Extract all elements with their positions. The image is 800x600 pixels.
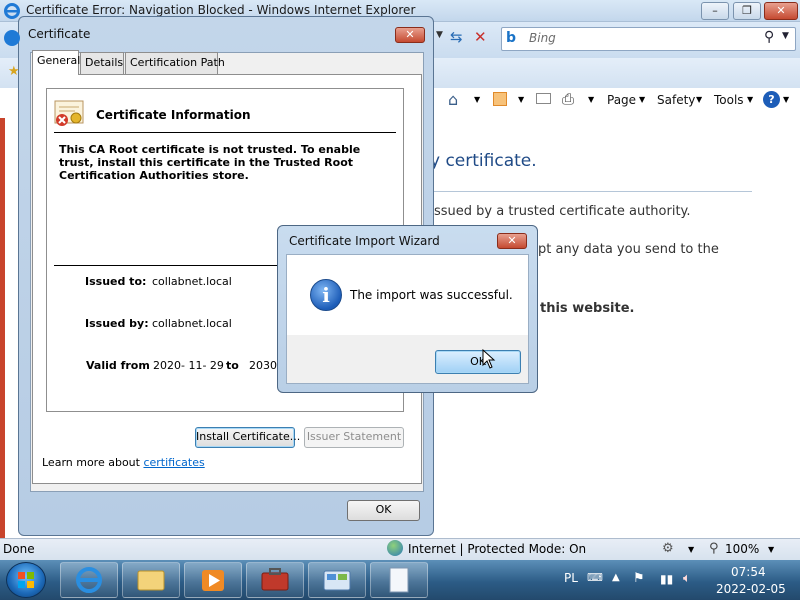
taskbar-media-player-button[interactable]: [184, 562, 242, 598]
action-center-flag-icon[interactable]: ⚑: [633, 571, 645, 586]
network-icon[interactable]: ▮▮: [660, 572, 673, 586]
certificate-error-icon: [53, 98, 85, 133]
install-certificate-button[interactable]: Install Certificate...: [195, 427, 300, 448]
certificates-link[interactable]: certificates: [143, 456, 204, 469]
search-icon[interactable]: ⚲: [764, 29, 774, 45]
bing-icon: b: [506, 30, 517, 46]
import-wizard-title: Certificate Import Wizard: [289, 234, 440, 248]
feeds-dropdown-icon[interactable]: ▼: [518, 95, 524, 104]
close-window-button[interactable]: ✕: [764, 2, 798, 20]
minimize-button[interactable]: –: [701, 2, 729, 20]
certificate-close-button[interactable]: ✕: [395, 27, 425, 43]
taskbar-ie-button[interactable]: [60, 562, 118, 598]
address-dropdown-icon[interactable]: ▼: [436, 30, 448, 44]
learn-more-prefix: Learn more about: [42, 456, 140, 469]
stop-icon[interactable]: ✕: [474, 28, 487, 46]
certificate-dialog-title: Certificate: [28, 27, 91, 41]
feeds-icon[interactable]: [493, 92, 507, 106]
print-dropdown-icon[interactable]: ▼: [588, 95, 594, 104]
tab-certification-path[interactable]: Certification Path: [125, 52, 225, 74]
help-dropdown-icon[interactable]: ▼: [783, 95, 789, 104]
home-icon[interactable]: ⌂: [448, 90, 458, 109]
protected-mode-status[interactable]: Internet | Protected Mode: On: [408, 542, 586, 556]
zoom-dropdown-icon[interactable]: ▼: [768, 545, 774, 554]
taskbar-document-button[interactable]: [370, 562, 428, 598]
security-status-icon[interactable]: ⚙: [662, 541, 674, 556]
internet-zone-icon: [387, 540, 403, 556]
certificate-trust-message: This CA Root certificate is not trusted.…: [59, 143, 361, 182]
print-icon[interactable]: ⎙: [562, 90, 574, 108]
tools-dropdown-icon[interactable]: ▼: [747, 95, 753, 104]
safety-dropdown-icon[interactable]: ▼: [696, 95, 702, 104]
issued-to-label: Issued to:: [85, 275, 147, 288]
search-placeholder: Bing: [529, 31, 556, 45]
tools-menu[interactable]: Tools: [714, 93, 744, 107]
error-text-line1: ssued by a trusted certificate authority…: [434, 204, 691, 219]
zoom-level[interactable]: 100%: [725, 542, 759, 556]
certificate-info-heading: Certificate Information: [96, 108, 251, 122]
taskbar-control-panel-button[interactable]: [308, 562, 366, 598]
maximize-button[interactable]: ❐: [733, 2, 761, 20]
page-menu[interactable]: Page: [607, 93, 636, 107]
refresh-icon[interactable]: ⇆: [450, 28, 463, 46]
issued-to-value: collabnet.local: [152, 275, 232, 288]
safety-menu[interactable]: Safety: [657, 93, 695, 107]
help-icon[interactable]: ?: [763, 91, 780, 108]
language-indicator[interactable]: PL: [564, 571, 578, 585]
learn-more-text: Learn more about certificates: [42, 456, 205, 469]
information-icon: i: [310, 279, 342, 311]
issuer-statement-button[interactable]: Issuer Statement: [304, 427, 404, 448]
tab-details[interactable]: Details: [80, 52, 124, 74]
clock-date[interactable]: 2022-02-05: [716, 582, 786, 596]
keyboard-icon[interactable]: ⌨: [587, 571, 603, 584]
ie-window-title: Certificate Error: Navigation Blocked - …: [26, 3, 416, 17]
issued-by-label: Issued by:: [85, 317, 149, 330]
error-heading: y certificate.: [430, 151, 537, 171]
mouse-cursor-icon: [482, 348, 496, 372]
ie-app-icon: [4, 3, 20, 19]
certificate-ok-button[interactable]: OK: [347, 500, 420, 521]
error-text-line2: pt any data you send to the: [538, 242, 719, 257]
clock-time[interactable]: 07:54: [731, 565, 766, 579]
error-text-line3: this website.: [540, 301, 635, 316]
valid-from-value: 2020- 11- 29: [153, 359, 224, 372]
start-button[interactable]: [6, 562, 46, 598]
wizard-close-button[interactable]: ✕: [497, 233, 527, 249]
home-dropdown-icon[interactable]: ▼: [474, 95, 480, 104]
valid-to-label: to: [226, 359, 239, 372]
taskbar-explorer-button[interactable]: [122, 562, 180, 598]
valid-from-label: Valid from: [86, 359, 150, 372]
info-divider-top: [54, 132, 396, 133]
taskbar-toolbox-button[interactable]: [246, 562, 304, 598]
read-mail-icon[interactable]: [536, 93, 551, 104]
back-button[interactable]: [4, 30, 20, 46]
tab-general[interactable]: General: [32, 50, 80, 75]
tray-expand-icon[interactable]: ▲: [612, 572, 620, 583]
volume-muted-icon[interactable]: 🔈︎: [683, 571, 691, 586]
error-divider: [430, 191, 752, 192]
import-success-message: The import was successful.: [350, 288, 513, 302]
search-dropdown-icon[interactable]: ▼: [782, 31, 789, 41]
page-dropdown-icon[interactable]: ▼: [639, 95, 645, 104]
issued-by-value: collabnet.local: [152, 317, 232, 330]
zoom-icon[interactable]: ⚲: [709, 541, 719, 556]
status-text: Done: [3, 542, 35, 556]
security-dropdown-icon[interactable]: ▼: [688, 545, 694, 554]
wizard-ok-button[interactable]: OK: [435, 350, 521, 374]
